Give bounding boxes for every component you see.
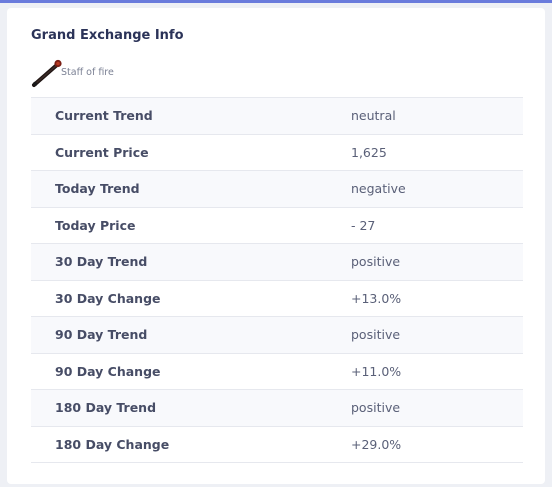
table-row: 90 Day Trend positive — [31, 316, 523, 353]
row-value: neutral — [351, 108, 396, 124]
table-row: 30 Day Change +13.0% — [31, 280, 523, 317]
grand-exchange-info-card: Grand Exchange Info Staff of fire Curren… — [7, 8, 545, 484]
row-value: negative — [351, 181, 406, 197]
item-header: Staff of fire — [31, 58, 114, 88]
row-label: Today Price — [55, 217, 136, 233]
ge-info-table: Current Trend neutral Current Price 1,62… — [31, 97, 523, 463]
row-label: 30 Day Change — [55, 290, 161, 306]
table-row: Today Price - 27 — [31, 207, 523, 244]
row-value: +11.0% — [351, 363, 402, 379]
row-label: 90 Day Trend — [55, 327, 148, 343]
row-label: 90 Day Change — [55, 363, 161, 379]
table-row: 90 Day Change +11.0% — [31, 353, 523, 390]
table-row: Today Trend negative — [31, 170, 523, 207]
row-value: positive — [351, 254, 401, 270]
row-value: - 27 — [351, 217, 376, 233]
table-row: 180 Day Change +29.0% — [31, 426, 523, 463]
row-label: Current Price — [55, 144, 149, 160]
row-value: +13.0% — [351, 290, 402, 306]
table-row: 180 Day Trend positive — [31, 389, 523, 426]
top-accent-bar — [0, 0, 552, 3]
table-row: 30 Day Trend positive — [31, 243, 523, 280]
row-value: positive — [351, 327, 401, 343]
staff-of-fire-icon — [31, 58, 63, 88]
row-label: 30 Day Trend — [55, 254, 148, 270]
table-row: Current Trend neutral — [31, 97, 523, 134]
row-value: +29.0% — [351, 436, 402, 452]
row-label: Current Trend — [55, 108, 153, 124]
item-name: Staff of fire — [61, 66, 114, 78]
table-row: Current Price 1,625 — [31, 134, 523, 171]
row-label: 180 Day Change — [55, 436, 170, 452]
row-value: positive — [351, 400, 401, 416]
row-label: 180 Day Trend — [55, 400, 157, 416]
card-title: Grand Exchange Info — [31, 28, 184, 43]
row-label: Today Trend — [55, 181, 140, 197]
row-value: 1,625 — [351, 144, 387, 160]
